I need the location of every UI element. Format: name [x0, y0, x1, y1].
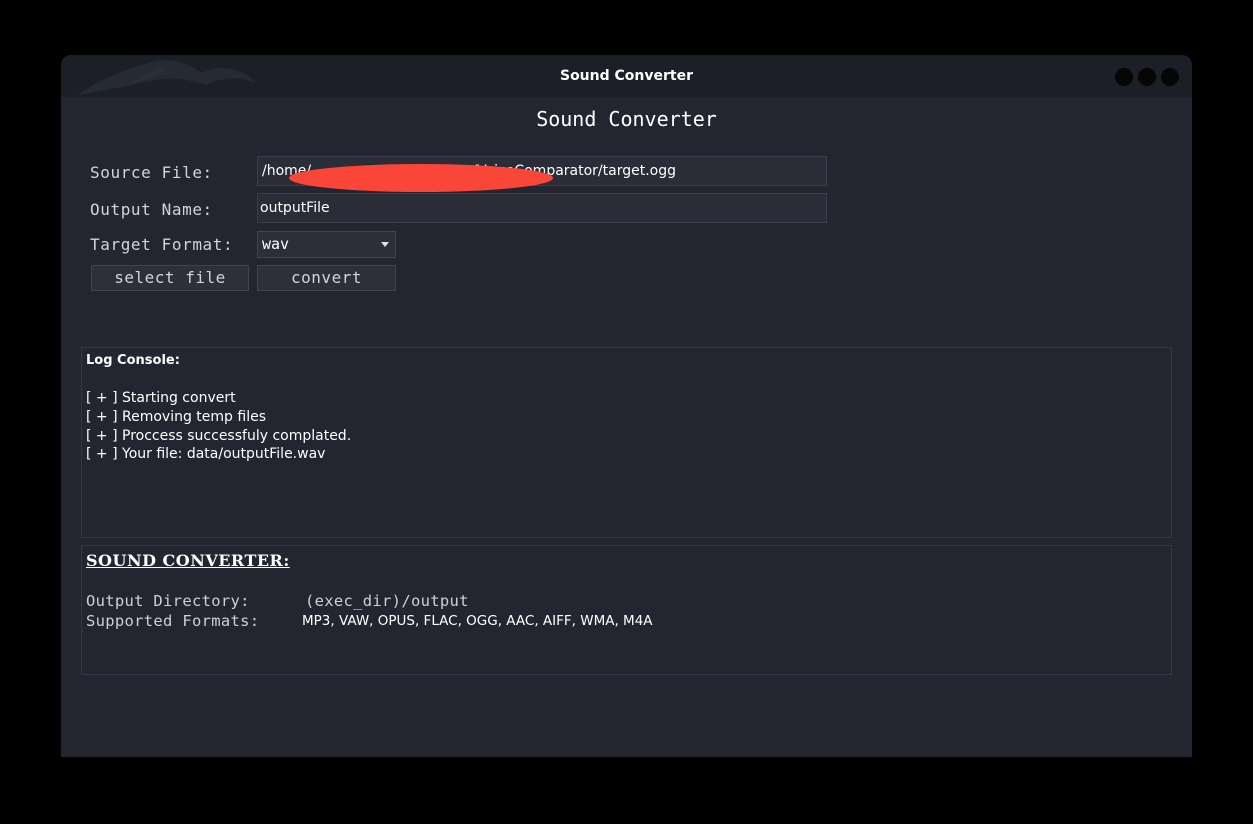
log-line: [ + ] Removing temp files: [86, 409, 266, 425]
minimize-icon[interactable]: [1115, 68, 1133, 86]
log-line: [ + ] Starting convert: [86, 390, 236, 406]
supported-formats-value: MP3, VAW, OPUS, FLAC, OGG, AAC, AIFF, WM…: [302, 613, 653, 629]
log-line: [ + ] Your file: data/outputFile.wav: [86, 446, 326, 462]
log-console-title: Log Console:: [86, 353, 180, 368]
chevron-down-icon: [381, 242, 389, 247]
close-icon[interactable]: [1161, 68, 1179, 86]
target-format-value: wav: [262, 235, 290, 253]
target-format-select[interactable]: wav: [257, 231, 396, 258]
target-format-label: Target Format:: [90, 235, 234, 254]
title-bar[interactable]: Sound Converter: [61, 55, 1192, 97]
output-name-input[interactable]: [257, 193, 827, 223]
log-line: [ + ] Proccess successfuly complated.: [86, 428, 352, 444]
redaction-mark: [289, 164, 553, 192]
select-file-button[interactable]: select file: [91, 265, 249, 291]
log-console: Log Console: [ + ] Starting convert [ + …: [81, 347, 1172, 538]
supported-formats-label: Supported Formats:: [86, 612, 260, 630]
maximize-icon[interactable]: [1138, 68, 1156, 86]
info-title: SOUND CONVERTER:: [86, 551, 290, 570]
window-title: Sound Converter: [559, 68, 693, 84]
output-name-label: Output Name:: [90, 200, 213, 219]
app-window: Sound Converter Sound Converter Source F…: [61, 55, 1192, 757]
convert-button[interactable]: convert: [257, 265, 396, 291]
info-panel: SOUND CONVERTER: Output Directory: (exec…: [81, 545, 1172, 675]
app-heading: Sound Converter: [536, 107, 717, 131]
source-file-label: Source File:: [90, 163, 213, 182]
output-directory-value: (exec_dir)/output: [305, 592, 469, 610]
output-directory-label: Output Directory:: [86, 592, 250, 610]
